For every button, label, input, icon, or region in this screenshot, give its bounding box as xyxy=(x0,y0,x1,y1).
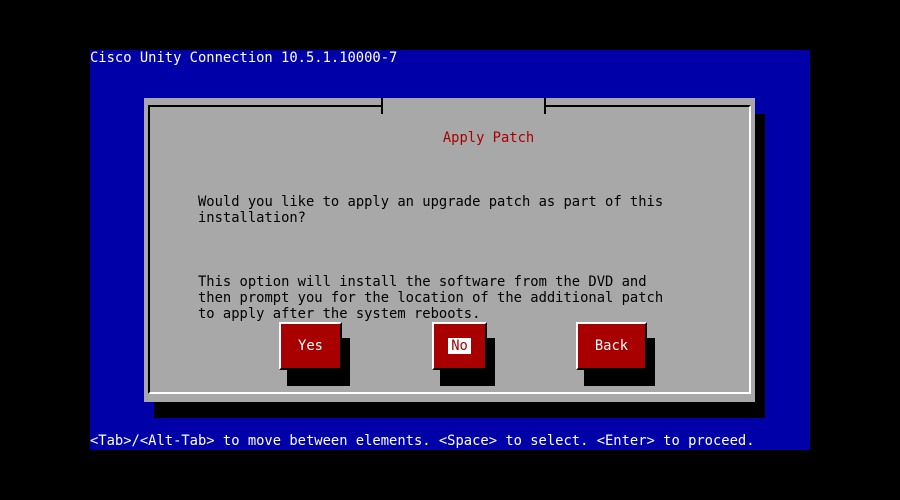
dialog-title-text: Apply Patch xyxy=(442,130,535,146)
title-bar-left xyxy=(381,98,383,114)
back-button[interactable]: Back xyxy=(576,322,647,370)
title-bar-right xyxy=(544,98,547,114)
yes-button[interactable]: Yes xyxy=(279,322,342,370)
keyboard-help: <Tab>/<Alt-Tab> to move between elements… xyxy=(90,433,755,449)
dialog-question: Would you like to apply an upgrade patch… xyxy=(198,194,664,226)
no-button-label: No xyxy=(448,338,471,354)
dialog-description: This option will install the software fr… xyxy=(198,274,664,322)
back-button-label: Back xyxy=(594,338,629,354)
installer-screen: Cisco Unity Connection 10.5.1.10000-7 Ap… xyxy=(90,50,810,450)
dialog-title: Apply Patch xyxy=(381,98,547,146)
no-button[interactable]: No xyxy=(432,322,487,370)
product-version-title: Cisco Unity Connection 10.5.1.10000-7 xyxy=(90,50,398,66)
yes-button-label: Yes xyxy=(298,338,323,354)
apply-patch-dialog: Apply Patch Would you like to apply an u… xyxy=(144,98,755,402)
